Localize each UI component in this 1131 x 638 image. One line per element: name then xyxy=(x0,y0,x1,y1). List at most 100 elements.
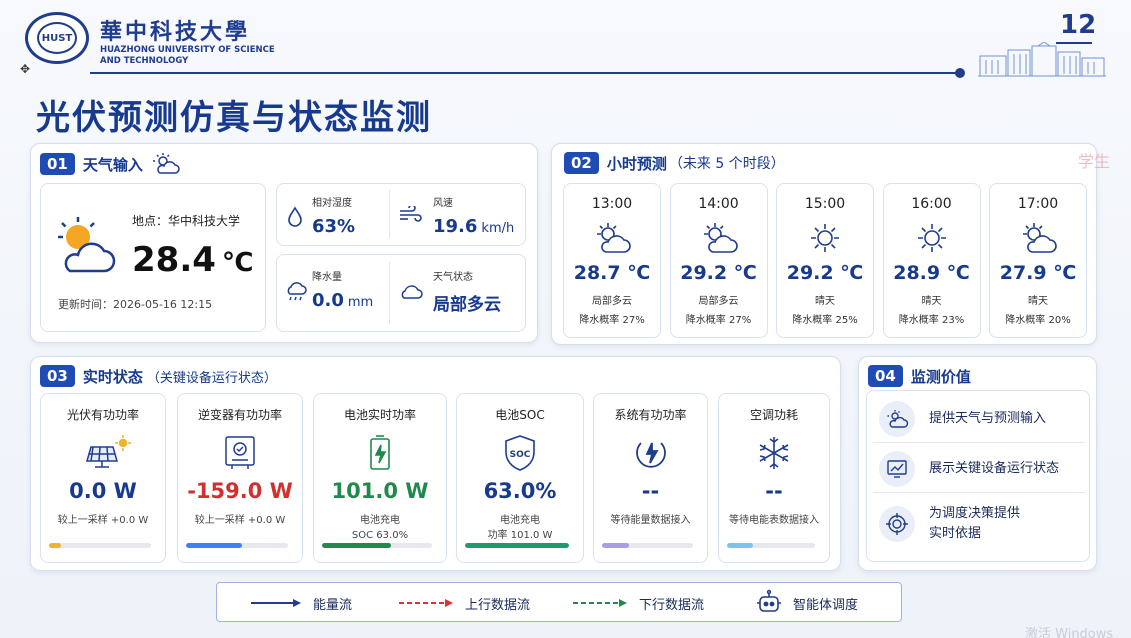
section-subtitle: （未来 5 个时段） xyxy=(668,156,785,172)
section-title: 监测价值 xyxy=(910,367,971,386)
slide: HUST 華中科技大學 HUAZHONG UNIVERSITY OF SCIEN… xyxy=(0,0,1131,638)
sun-icon xyxy=(811,224,839,252)
partly-cloudy-icon xyxy=(887,409,909,428)
wind-value-row: 19.6 km/h xyxy=(433,216,514,237)
forecast-icon xyxy=(805,220,845,256)
legend-label: 上行数据流 xyxy=(465,597,531,613)
cloud-icon xyxy=(398,282,424,304)
dashed-green-arrow-icon xyxy=(573,599,627,607)
partly-cloudy-icon xyxy=(703,223,738,253)
forecast-temperature: 28.9 ℃ xyxy=(893,262,970,284)
wind-label: 风速 xyxy=(433,198,453,209)
partly-cloudy-icon xyxy=(1023,223,1057,253)
legend-label: 智能体调度 xyxy=(793,597,859,613)
section-number: 03 xyxy=(40,365,75,387)
legend-uplink-flow: 上行数据流 xyxy=(399,583,530,623)
value-item-weather: 提供天气与预测输入 xyxy=(873,395,1085,443)
humidity-label: 相对湿度 xyxy=(312,198,352,209)
status-progress-bar xyxy=(49,543,151,548)
watermark-text: 学生 xyxy=(1078,152,1111,171)
hourly-forecast-header: 02 小时预测 （未来 5 个时段） xyxy=(564,152,785,174)
status-value: 0.0 W xyxy=(69,479,137,503)
legend-energy-flow: 能量流 xyxy=(251,583,352,623)
updated-time: 更新时间：2026-05-16 12:15 xyxy=(58,298,213,311)
status-card: 系统有功功率 -- 等待能量数据接入 xyxy=(593,393,708,563)
wind-unit: km/h xyxy=(481,221,515,236)
status-name: 电池实时功率 xyxy=(343,408,416,422)
status-card: 电池SOC SOC 63.0% 电池充电 功率 101.0 W xyxy=(456,393,584,563)
status-value: 101.0 W xyxy=(331,479,429,503)
forecast-time: 17:00 xyxy=(1017,196,1059,212)
solar-panel-icon xyxy=(83,433,131,473)
partly-cloudy-icon xyxy=(152,153,180,174)
legend-label: 能量流 xyxy=(313,597,353,613)
status-name: 逆变器有功功率 xyxy=(197,408,282,422)
forecast-icon xyxy=(592,220,632,256)
university-name-cn: 華中科技大學 xyxy=(100,19,251,45)
condition-label: 天气状态 xyxy=(433,272,473,283)
realtime-status-header: 03 实时状态 （关键设备运行状态） xyxy=(40,365,277,387)
section-number: 04 xyxy=(868,365,903,387)
section-title: 实时状态 xyxy=(82,367,143,386)
monitor-chart-icon xyxy=(887,459,907,478)
status-progress-fill xyxy=(602,543,630,548)
status-name: 电池SOC xyxy=(495,408,545,422)
location-label: 地点：华中科技大学 xyxy=(132,214,241,228)
forecast-temperature: 29.2 ℃ xyxy=(786,262,864,284)
forecast-temperature: 27.9 ℃ xyxy=(999,262,1077,284)
forecast-time: 13:00 xyxy=(591,196,633,212)
current-temperature: 28.4 ℃ xyxy=(132,240,253,280)
forecast-rain-probability: 降水概率 25% xyxy=(792,315,858,326)
status-value: -159.0 W xyxy=(187,479,293,503)
forecast-temperature: 29.2 ℃ xyxy=(680,262,757,284)
temperature-unit: ℃ xyxy=(221,248,254,278)
seal-text: HUST xyxy=(37,22,77,54)
university-seal-logo: HUST xyxy=(25,12,89,64)
snowflake-icon xyxy=(754,433,794,473)
status-card: 空调功耗 -- 等待电能表数据接入 xyxy=(718,393,830,563)
dashed-red-arrow-icon xyxy=(399,599,453,607)
flow-legend: 能量流 上行数据流 下行数据流 智能体调度 xyxy=(216,582,902,622)
header-divider-dot xyxy=(955,68,965,78)
status-value: -- xyxy=(641,479,660,503)
status-name: 空调功耗 xyxy=(749,408,798,422)
value-text: 展示关键设备运行状态 xyxy=(929,460,1060,476)
university-name-en-2: AND TECHNOLOGY xyxy=(100,56,189,66)
sun-icon xyxy=(917,224,946,252)
forecast-time: 16:00 xyxy=(911,196,952,212)
header-divider xyxy=(90,72,956,74)
status-progress-fill xyxy=(727,543,754,548)
forecast-condition: 局部多云 xyxy=(698,296,739,307)
status-progress-bar xyxy=(322,543,432,548)
forecast-condition: 晴天 xyxy=(1028,296,1048,307)
svg-text:SOC: SOC xyxy=(510,450,531,460)
status-note: 电池充电 xyxy=(500,515,540,526)
legend-label: 下行数据流 xyxy=(639,597,705,613)
status-progress-bar xyxy=(465,543,569,548)
rain-icon xyxy=(284,281,308,307)
section-title: 小时预测 xyxy=(606,154,667,173)
soc-shield-icon: SOC xyxy=(500,433,540,473)
monitoring-value-header: 04 监测价值 xyxy=(868,365,971,387)
wind-value: 19.6 xyxy=(433,216,478,237)
forecast-rain-probability: 降水概率 23% xyxy=(898,315,965,326)
forecast-rain-probability: 降水概率 27% xyxy=(685,315,752,326)
section-number: 01 xyxy=(40,153,75,175)
forecast-icon xyxy=(912,220,952,256)
rain-label: 降水量 xyxy=(312,272,342,283)
status-progress-fill xyxy=(465,543,569,548)
status-value: -- xyxy=(765,479,783,503)
condition-value: 局部多云 xyxy=(433,295,501,315)
page-number: 12 xyxy=(1060,10,1097,40)
target-icon-circle xyxy=(879,506,915,542)
legend-downlink-flow: 下行数据流 xyxy=(573,583,704,623)
inverter-icon xyxy=(220,433,260,473)
wind-icon xyxy=(398,204,422,228)
hourly-forecast-card: 16:00 28.9 ℃ 晴天 降水概率 23% xyxy=(882,183,981,338)
robot-icon xyxy=(757,589,781,612)
status-note-2: SOC 63.0% xyxy=(351,530,409,541)
forecast-icon xyxy=(1018,220,1058,256)
rain-value: 0.0 xyxy=(312,290,344,311)
campus-skyline-icon xyxy=(978,42,1106,77)
university-name-en-1: HUAZHONG UNIVERSITY OF SCIENCE xyxy=(100,45,275,55)
